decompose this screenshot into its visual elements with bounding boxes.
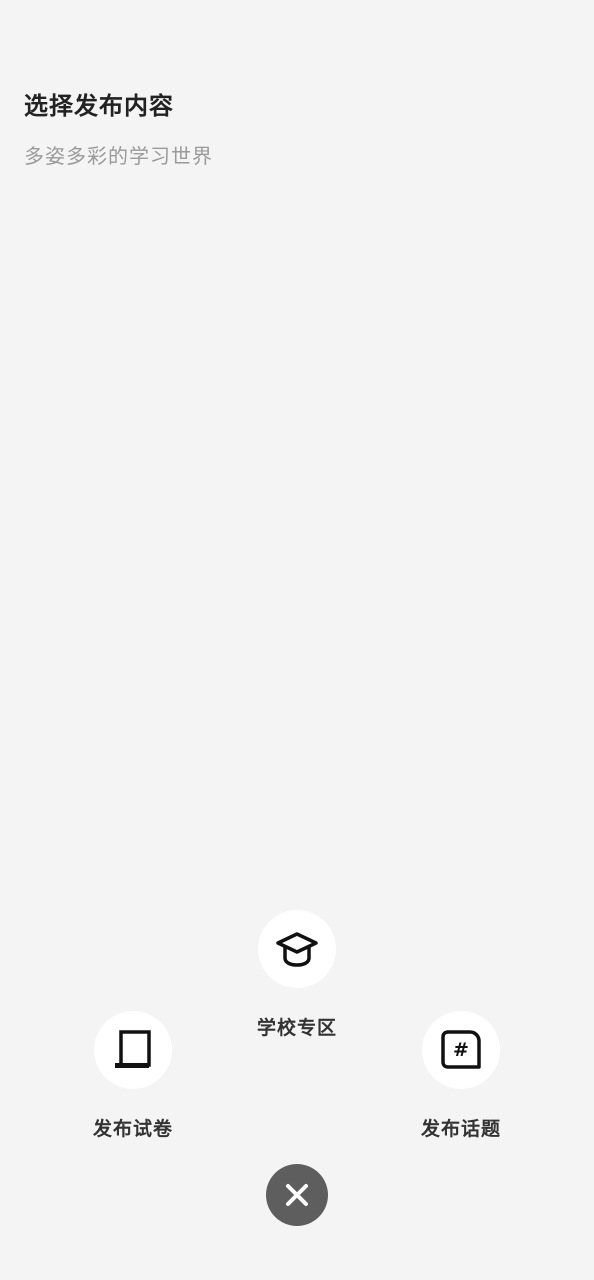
svg-text:#: # xyxy=(453,1039,469,1061)
publish-topic-button[interactable]: # 发布话题 xyxy=(381,1011,541,1141)
close-button[interactable] xyxy=(266,1164,328,1226)
publish-exam-button[interactable]: 发布试卷 xyxy=(53,1011,213,1141)
close-icon xyxy=(286,1184,308,1206)
publish-exam-label: 发布试卷 xyxy=(92,1118,173,1140)
graduation-cap-icon xyxy=(276,932,318,967)
school-zone-icon-circle[interactable] xyxy=(258,910,336,988)
school-zone-button[interactable]: 学校专区 xyxy=(217,910,377,1040)
page-title: 选择发布内容 xyxy=(24,92,174,120)
page-subtitle: 多姿多彩的学习世界 xyxy=(24,144,213,168)
publish-topic-icon-circle[interactable]: # xyxy=(422,1011,500,1089)
document-icon xyxy=(115,1030,151,1068)
publish-exam-icon-circle[interactable] xyxy=(94,1011,172,1089)
publish-topic-label: 发布话题 xyxy=(420,1118,501,1140)
school-zone-label: 学校专区 xyxy=(256,1017,337,1039)
hashtag-bubble-icon: # xyxy=(441,1030,481,1069)
